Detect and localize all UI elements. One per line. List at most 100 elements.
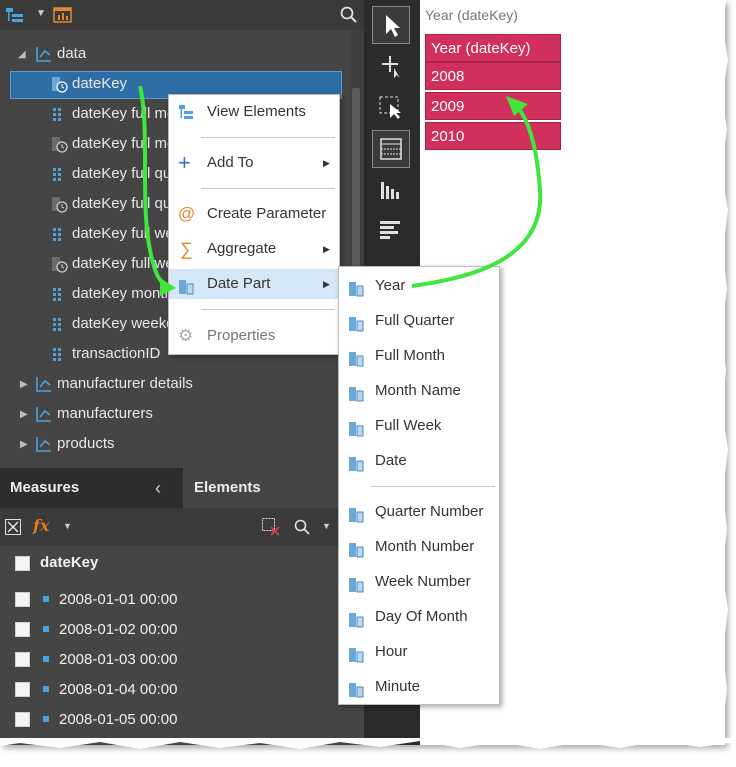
at-icon: @	[178, 204, 196, 223]
tree-group-label: manufacturer details	[57, 375, 193, 392]
date-part-submenu: Year Full Quarter Full Month Month Name …	[338, 266, 500, 705]
element-label: 2008-01-02 00:00	[59, 621, 178, 638]
grid-field-icon	[52, 317, 64, 338]
hierarchy-view-icon[interactable]	[6, 7, 24, 28]
gear-icon: ⚙	[178, 326, 194, 345]
clock-field-icon	[52, 137, 68, 158]
element-checkbox[interactable]	[15, 712, 30, 727]
element-checkbox[interactable]	[15, 682, 30, 697]
element-checkbox[interactable]	[15, 592, 30, 607]
grid-field-icon	[52, 167, 64, 188]
submenu-item-label: Hour	[375, 643, 408, 660]
row-chart-button[interactable]	[372, 212, 408, 248]
submenu-item-day-of-month[interactable]: Day Of Month	[339, 602, 499, 632]
select-all-checkbox[interactable]	[15, 556, 30, 571]
marquee-select-button[interactable]	[372, 88, 408, 124]
menu-item-label: Create Parameter	[207, 205, 327, 222]
table-header-cell[interactable]: Year (dateKey)	[425, 34, 561, 62]
tree-item-label: dateKey	[72, 75, 128, 92]
clock-field-icon	[52, 197, 68, 218]
menu-item-view-elements[interactable]: View Elements	[169, 97, 339, 127]
submenu-item-minute[interactable]: Minute	[339, 672, 499, 702]
submenu-item-date[interactable]: Date	[339, 446, 499, 476]
chevron-left-icon[interactable]: ‹	[155, 468, 161, 508]
torn-edge-right	[718, 0, 728, 745]
date-part-icon	[179, 277, 195, 307]
menu-item-properties[interactable]: ⚙ Properties	[169, 321, 339, 351]
submenu-item-label: Full Quarter	[375, 312, 455, 329]
chevron-down-icon[interactable]: ▼	[322, 521, 331, 531]
chevron-down-icon[interactable]: ▼	[63, 521, 72, 531]
submenu-arrow-icon: ▶	[323, 279, 330, 289]
element-bullet-icon	[43, 716, 49, 722]
menu-item-create-parameter[interactable]: @ Create Parameter	[169, 199, 339, 229]
hierarchy-node-icon	[35, 435, 53, 458]
date-part-icon	[349, 349, 365, 379]
clock-field-icon	[52, 77, 68, 98]
menu-item-label: Aggregate	[207, 240, 277, 257]
clear-filter-icon[interactable]	[262, 518, 280, 541]
submenu-item-quarter-number[interactable]: Quarter Number	[339, 497, 499, 527]
submenu-item-label: Month Number	[375, 538, 475, 555]
table-cell[interactable]: 2009	[425, 92, 561, 120]
expand-triangle-icon[interactable]: ▶	[20, 439, 28, 450]
table-cell[interactable]: 2010	[425, 122, 561, 150]
submenu-item-full-month[interactable]: Full Month	[339, 341, 499, 371]
tab-measures[interactable]: Measures ‹	[0, 468, 182, 508]
menu-item-add-to[interactable]: + Add To ▶	[169, 148, 339, 178]
element-label: 2008-01-04 00:00	[59, 681, 178, 698]
formula-fx-icon[interactable]: fx	[33, 516, 49, 535]
expand-triangle-icon[interactable]: ▶	[20, 379, 28, 390]
chevron-down-icon[interactable]: ▼	[36, 8, 46, 19]
submenu-item-month-name[interactable]: Month Name	[339, 376, 499, 406]
date-part-icon	[349, 279, 365, 309]
element-bullet-icon	[43, 626, 49, 632]
menu-item-label: View Elements	[207, 103, 306, 120]
tree-item-label: dateKey full qu	[72, 195, 172, 212]
element-label: 2008-01-03 00:00	[59, 651, 178, 668]
bar-chart-button[interactable]	[372, 172, 408, 208]
date-part-icon	[349, 384, 365, 414]
hierarchy-icon	[179, 104, 195, 134]
menu-item-aggregate[interactable]: ∑ Aggregate ▶	[169, 234, 339, 264]
submenu-item-month-number[interactable]: Month Number	[339, 532, 499, 562]
select-pointer-button[interactable]	[372, 6, 410, 44]
submenu-item-hour[interactable]: Hour	[339, 637, 499, 667]
grid-field-icon	[52, 107, 64, 128]
search-icon[interactable]	[340, 6, 357, 28]
grid-field-icon	[52, 347, 64, 368]
submenu-item-label: Full Month	[375, 347, 446, 364]
search-icon[interactable]	[294, 519, 310, 540]
submenu-item-year[interactable]: Year	[339, 271, 499, 301]
add-point-button[interactable]	[372, 48, 408, 84]
date-part-icon	[349, 314, 365, 344]
element-bullet-icon	[43, 656, 49, 662]
tree-group-label: products	[57, 435, 115, 452]
calendar-chart-icon[interactable]	[53, 5, 73, 28]
submenu-item-week-number[interactable]: Week Number	[339, 567, 499, 597]
tree-item-label: dateKey full mo	[72, 135, 176, 152]
submenu-item-full-week[interactable]: Full Week	[339, 411, 499, 441]
expand-triangle-icon[interactable]: ▶	[20, 409, 28, 420]
menu-separator	[201, 188, 335, 189]
date-part-icon	[349, 419, 365, 449]
table-view-button[interactable]	[372, 130, 410, 168]
element-checkbox[interactable]	[15, 652, 30, 667]
menu-item-date-part[interactable]: Date Part ▶	[169, 269, 339, 299]
expand-triangle-icon[interactable]: ◢	[18, 49, 26, 60]
torn-edge-bottom	[0, 738, 736, 749]
table-cell[interactable]: 2008	[425, 62, 561, 90]
submenu-arrow-icon: ▶	[323, 158, 330, 168]
date-part-icon	[349, 454, 365, 484]
grid-field-icon	[52, 227, 64, 248]
tab-measures-label: Measures	[10, 479, 80, 496]
element-checkbox[interactable]	[15, 622, 30, 637]
tab-elements[interactable]: Elements	[183, 468, 364, 508]
submenu-item-label: Quarter Number	[375, 503, 484, 520]
tree-item-label: dateKey weekd	[72, 315, 175, 332]
menu-item-label: Properties	[207, 327, 276, 344]
menu-item-label: Date Part	[207, 275, 271, 292]
hierarchy-node-icon	[35, 405, 53, 428]
submenu-item-full-quarter[interactable]: Full Quarter	[339, 306, 499, 336]
close-box-icon[interactable]	[5, 519, 21, 540]
